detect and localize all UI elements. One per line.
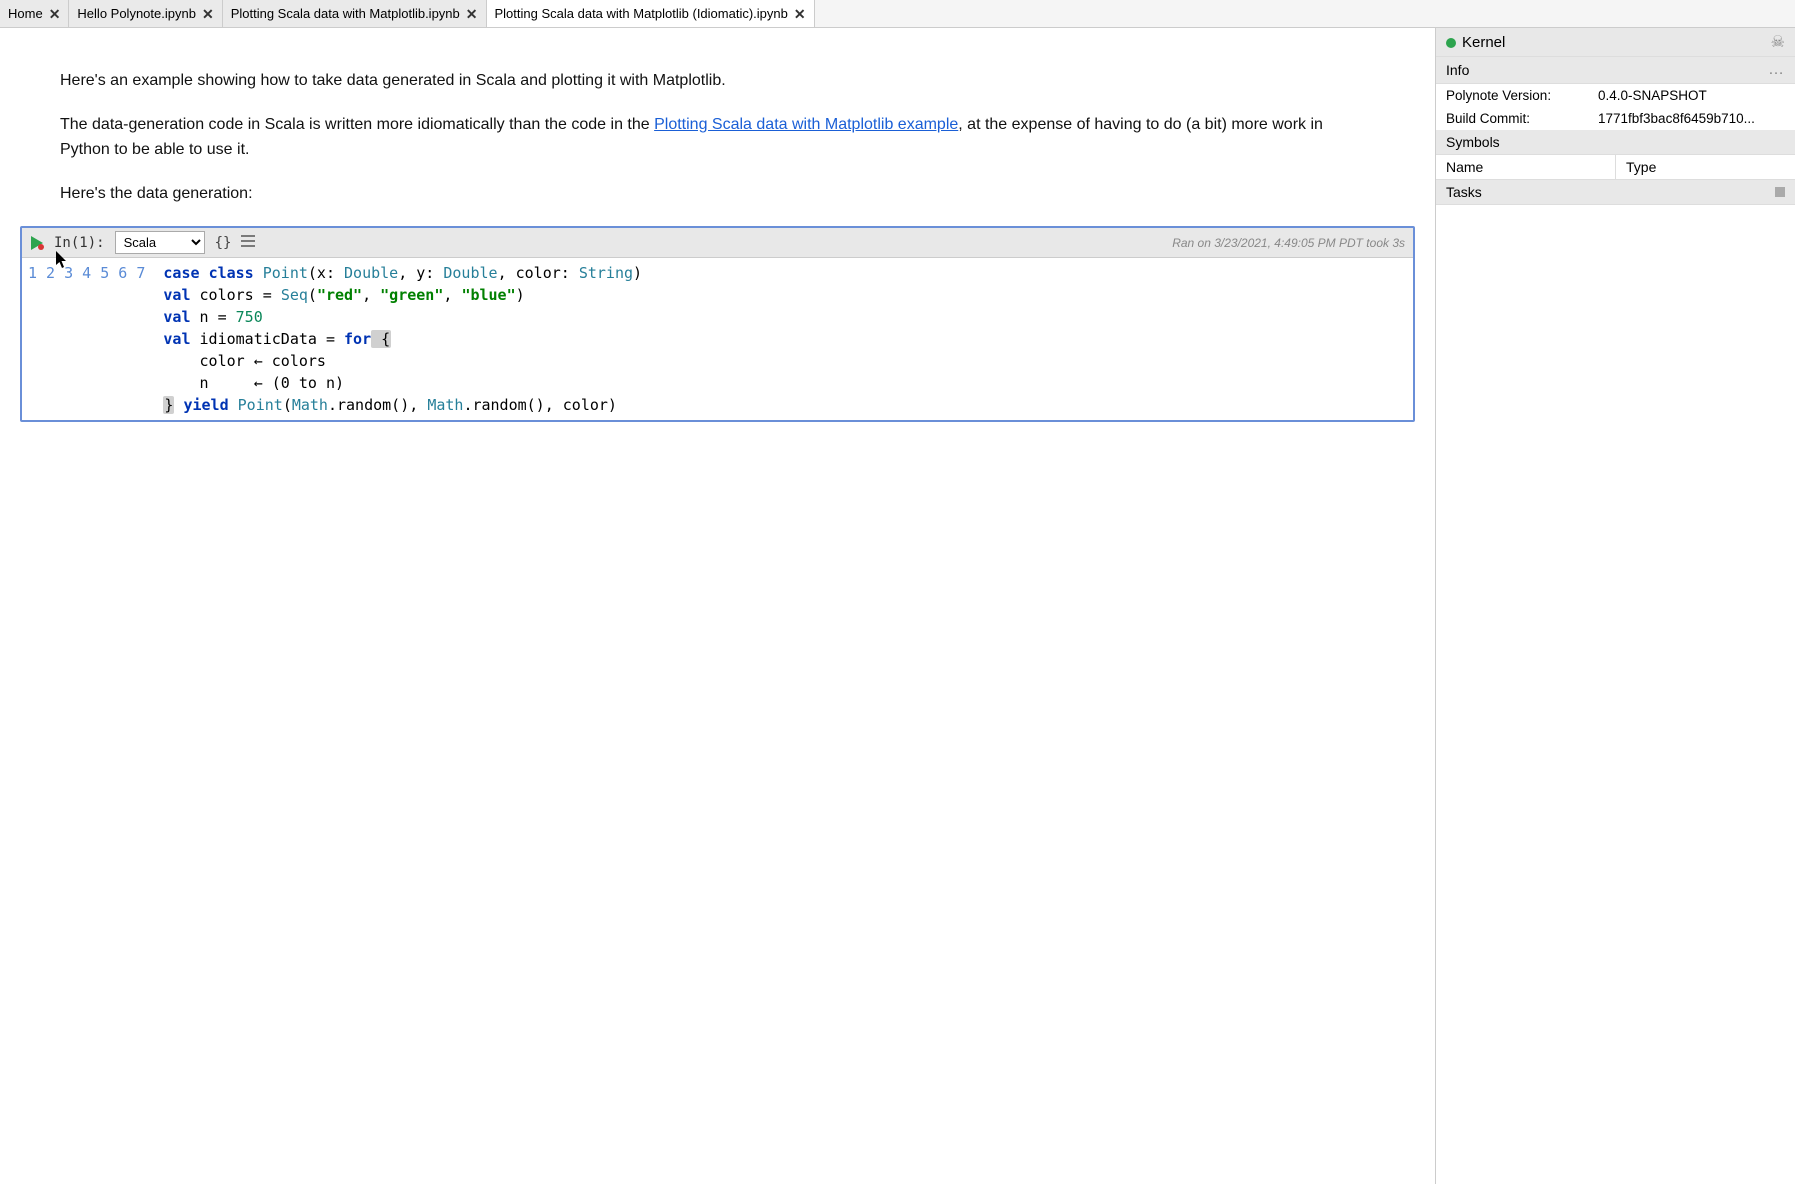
tab-plotting-matplotlib[interactable]: Plotting Scala data with Matplotlib.ipyn… (223, 0, 487, 27)
cell-in-label: In(1): (54, 235, 105, 251)
stop-icon[interactable] (1775, 187, 1785, 197)
text: The data-generation code in Scala is wri… (60, 116, 654, 133)
braces-icon[interactable]: {} (215, 235, 232, 251)
info-version-row: Polynote Version: 0.4.0-SNAPSHOT (1436, 84, 1795, 107)
close-icon[interactable]: ✕ (202, 7, 214, 21)
sidebar: Kernel ☠ Info … Polynote Version: 0.4.0-… (1435, 28, 1795, 1184)
info-section-header[interactable]: Info … (1436, 57, 1795, 84)
skull-icon[interactable]: ☠ (1771, 32, 1785, 52)
tab-label: Plotting Scala data with Matplotlib.ipyn… (231, 6, 460, 21)
kernel-section-header[interactable]: Kernel ☠ (1436, 28, 1795, 57)
info-commit-row: Build Commit: 1771fbf3bac8f6459b710... (1436, 107, 1795, 130)
info-label: Info (1446, 62, 1469, 78)
close-icon[interactable]: ✕ (466, 7, 478, 21)
tasks-section-header[interactable]: Tasks (1436, 180, 1795, 205)
tab-home[interactable]: Home ✕ (0, 0, 69, 27)
lines-icon[interactable] (241, 235, 255, 250)
tab-label: Plotting Scala data with Matplotlib (Idi… (495, 6, 788, 21)
tasks-label: Tasks (1446, 184, 1482, 200)
tab-plotting-matplotlib-idiomatic[interactable]: Plotting Scala data with Matplotlib (Idi… (487, 0, 815, 27)
tab-bar: Home ✕ Hello Polynote.ipynb ✕ Plotting S… (0, 0, 1795, 28)
plotting-example-link[interactable]: Plotting Scala data with Matplotlib exam… (654, 116, 958, 133)
cell-toolbar: In(1): Scala {} Ran on 3/23/2021, 4:49:0… (22, 228, 1413, 258)
description-paragraph-2: The data-generation code in Scala is wri… (60, 112, 1375, 163)
version-value: 0.4.0-SNAPSHOT (1598, 88, 1785, 103)
notebook-content: Here's an example showing how to take da… (0, 28, 1435, 1184)
run-button[interactable] (30, 236, 44, 250)
close-icon[interactable]: ✕ (49, 7, 61, 21)
description-paragraph-3: Here's the data generation: (60, 181, 1375, 207)
kernel-label: Kernel (1462, 34, 1505, 51)
symbols-table-header: Name Type (1436, 155, 1795, 180)
description-paragraph-1: Here's an example showing how to take da… (60, 68, 1375, 94)
tab-label: Home (8, 6, 43, 21)
version-key: Polynote Version: (1446, 88, 1586, 103)
commit-value: 1771fbf3bac8f6459b710... (1598, 111, 1785, 126)
symbols-label: Symbols (1446, 134, 1500, 150)
type-column: Type (1616, 155, 1795, 179)
symbols-section-header[interactable]: Symbols (1436, 130, 1795, 155)
name-column: Name (1436, 155, 1616, 179)
tab-label: Hello Polynote.ipynb (77, 6, 196, 21)
ellipsis-icon[interactable]: … (1768, 61, 1785, 79)
code-cell[interactable]: In(1): Scala {} Ran on 3/23/2021, 4:49:0… (20, 226, 1415, 422)
code-editor[interactable]: 1 2 3 4 5 6 7 case class Point(x: Double… (22, 258, 1413, 420)
language-select[interactable]: Scala (115, 231, 205, 254)
code-text[interactable]: case class Point(x: Double, y: Double, c… (155, 258, 650, 420)
tab-hello-polynote[interactable]: Hello Polynote.ipynb ✕ (69, 0, 222, 27)
commit-key: Build Commit: (1446, 111, 1586, 126)
line-gutter: 1 2 3 4 5 6 7 (22, 258, 155, 420)
kernel-status-icon (1446, 38, 1456, 48)
cell-status: Ran on 3/23/2021, 4:49:05 PM PDT took 3s (1172, 236, 1405, 250)
close-icon[interactable]: ✕ (794, 7, 806, 21)
